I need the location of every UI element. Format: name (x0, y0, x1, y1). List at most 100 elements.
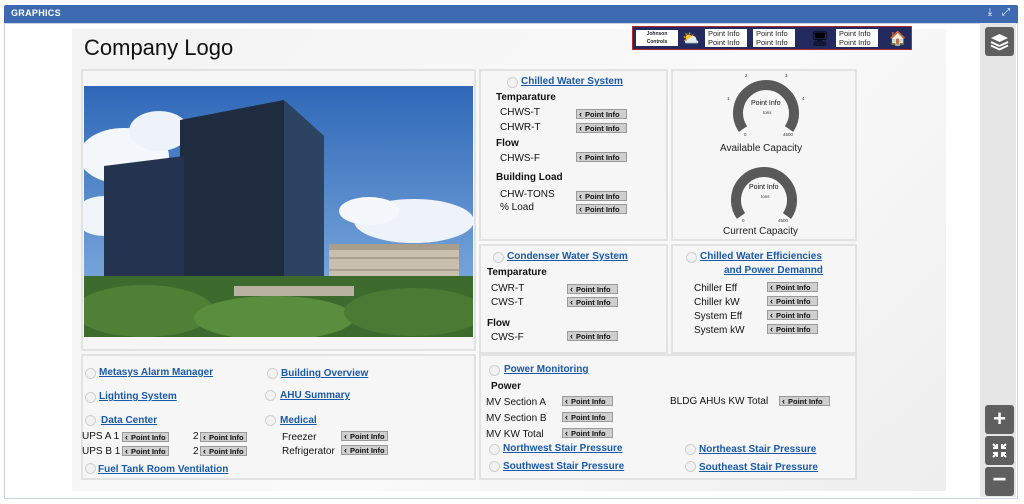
fit-icon[interactable] (985, 436, 1014, 465)
cwr-t-label: CWR-T (491, 283, 525, 294)
freezer-label: Freezer (282, 432, 317, 443)
ups-a1-point[interactable]: Point Info (122, 432, 169, 442)
chwr-t-label: CHWR-T (500, 122, 541, 133)
medical-radio[interactable] (265, 415, 276, 426)
available-tick-1: 1 (727, 96, 730, 101)
chw-temperature-header: Temparature (496, 92, 556, 103)
chws-f-point[interactable]: Point Info (576, 152, 627, 162)
se-stair-link[interactable]: Southeast Stair Pressure (699, 462, 818, 473)
available-gauge-unit: tons (763, 110, 772, 115)
chiller-kw-point[interactable]: Point Info (767, 296, 818, 306)
current-capacity-caption: Current Capacity (723, 226, 799, 237)
weather-point-info[interactable]: Point Info Point Info (705, 29, 747, 47)
right-point-info[interactable]: Point Info Point Info (836, 29, 878, 47)
alarm-manager-link[interactable]: Metasys Alarm Manager (99, 367, 213, 378)
available-tick-2: 2 (745, 73, 748, 78)
pct-load-label: % Load (500, 202, 534, 213)
zoom-out-icon[interactable]: − (985, 467, 1014, 496)
mv-section-a-label: MV Section A (486, 397, 547, 408)
cwr-t-point[interactable]: Point Info (567, 284, 618, 294)
chw-tons-point[interactable]: Point Info (576, 191, 627, 201)
power-monitoring-radio[interactable] (489, 365, 500, 376)
lighting-link[interactable]: Lighting System (99, 391, 177, 402)
cws-t-label: CWS-T (491, 297, 524, 308)
efficiencies-link-line2[interactable]: and Power Demannd (724, 265, 823, 276)
ahu-summary-link[interactable]: AHU Summary (280, 390, 350, 401)
available-tick-3: 3 (785, 73, 788, 78)
building-overview-link[interactable]: Building Overview (281, 368, 368, 379)
bldg-ahus-label: BLDG AHUs KW Total (670, 396, 769, 407)
chilled-water-radio[interactable] (507, 77, 518, 88)
mv-kw-total-label: MV KW Total (486, 429, 544, 440)
se-stair-radio[interactable] (685, 461, 696, 472)
devices-icon[interactable]: 🖥 (810, 30, 830, 47)
ne-stair-link[interactable]: Northeast Stair Pressure (699, 444, 816, 455)
ups-b1-point[interactable]: Point Info (122, 446, 169, 456)
weather-icon[interactable]: ⛅ (681, 30, 701, 47)
efficiencies-link-line1[interactable]: Chilled Water Efficiencies (700, 251, 822, 262)
current-gauge-max: 4500 (778, 218, 789, 223)
current-capacity-gauge: Point Info tons 0 4500 (731, 160, 797, 224)
cws-f-point[interactable]: Point Info (567, 331, 618, 341)
expand-icon[interactable]: ⤢ (1000, 7, 1012, 19)
chiller-eff-point[interactable]: Point Info (767, 282, 818, 292)
chwr-t-point[interactable]: Point Info (576, 123, 627, 133)
condenser-water-link[interactable]: Condenser Water System (507, 251, 628, 262)
fuel-tank-radio[interactable] (85, 463, 96, 474)
current-gauge-unit: tons (761, 194, 770, 199)
nw-stair-link[interactable]: Northwest Stair Pressure (503, 443, 623, 454)
chw-tons-label: CHW-TONS (500, 189, 555, 200)
medical-link[interactable]: Medical (280, 415, 317, 426)
ne-stair-radio[interactable] (685, 444, 696, 455)
available-capacity-caption: Available Capacity (720, 143, 803, 154)
refrigerator-label: Refrigerator (282, 446, 335, 457)
chws-f-label: CHWS-F (500, 153, 540, 164)
chws-t-point[interactable]: Point Info (576, 109, 627, 119)
mv-section-b-point[interactable]: Point Info (562, 412, 613, 422)
ahu-summary-radio[interactable] (265, 390, 276, 401)
mv-section-a-point[interactable]: Point Info (562, 396, 613, 406)
chilled-water-link[interactable]: Chilled Water System (521, 76, 623, 87)
window-titlebar: GRAPHICS ⤓ ⤢ (4, 5, 1018, 23)
building-photo (84, 86, 473, 337)
building-overview-radio[interactable] (267, 368, 278, 379)
power-monitoring-link[interactable]: Power Monitoring (504, 364, 588, 375)
sw-stair-link[interactable]: Southwest Stair Pressure (503, 461, 624, 472)
layers-icon[interactable] (985, 27, 1014, 56)
home-icon[interactable]: 🏠 (888, 30, 908, 47)
system-eff-label: System Eff (694, 311, 743, 322)
pct-load-point[interactable]: Point Info (576, 204, 627, 214)
system-eff-point[interactable]: Point Info (767, 310, 818, 320)
download-icon[interactable]: ⤓ (984, 7, 996, 19)
sw-stair-radio[interactable] (489, 461, 500, 472)
cws-f-label: CWS-F (491, 332, 524, 343)
nw-stair-radio[interactable] (489, 444, 500, 455)
ups-b2-point[interactable]: Point Info (200, 446, 247, 456)
mv-section-b-label: MV Section B (486, 413, 547, 424)
mv-kw-total-point[interactable]: Point Info (562, 428, 613, 438)
system-kw-point[interactable]: Point Info (767, 324, 818, 334)
ups-a1-label: UPS A 1 (82, 431, 120, 442)
freezer-point[interactable]: Point Info (341, 431, 388, 441)
refrigerator-point[interactable]: Point Info (341, 445, 388, 455)
window-title: GRAPHICS (11, 8, 61, 18)
chiller-kw-label: Chiller kW (694, 297, 740, 308)
ups-a2-point[interactable]: Point Info (200, 432, 247, 442)
cws-t-point[interactable]: Point Info (567, 297, 618, 307)
data-center-radio[interactable] (85, 415, 96, 426)
ups-b1-label: UPS B 1 (82, 446, 121, 457)
alarm-manager-radio[interactable] (85, 368, 96, 379)
efficiencies-radio[interactable] (686, 252, 697, 263)
available-gauge-min: 0 (744, 132, 747, 137)
available-tick-4: 4 (802, 96, 805, 101)
cw-temperature-header: Temparature (487, 267, 547, 278)
zoom-in-icon[interactable]: + (985, 405, 1014, 434)
bldg-ahus-point[interactable]: Point Info (779, 396, 830, 406)
fuel-tank-link[interactable]: Fuel Tank Room Ventilation (98, 464, 228, 475)
condenser-water-radio[interactable] (493, 252, 504, 263)
data-center-link[interactable]: Data Center (101, 415, 157, 426)
mid-point-info[interactable]: Point Info Point Info (753, 29, 795, 47)
cw-flow-header: Flow (487, 318, 510, 329)
system-kw-label: System kW (694, 325, 745, 336)
lighting-radio[interactable] (85, 392, 96, 403)
